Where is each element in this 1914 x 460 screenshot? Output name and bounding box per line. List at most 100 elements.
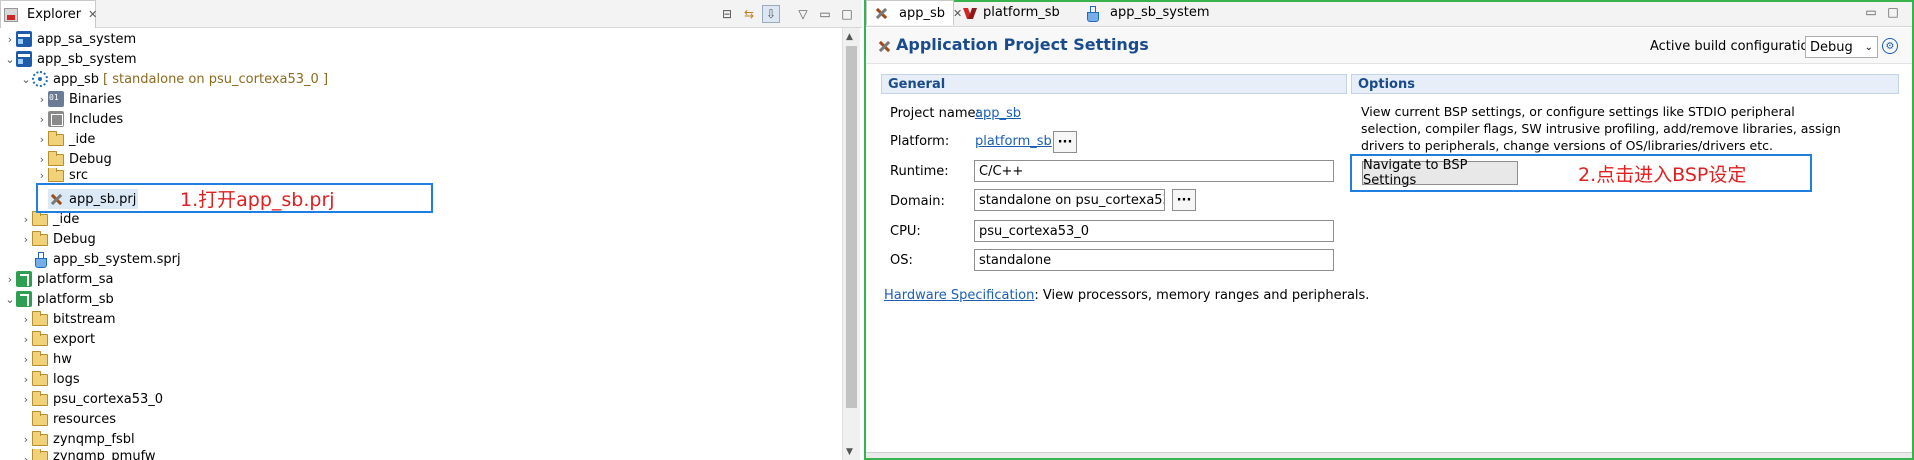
chevron-right-icon[interactable]: › — [20, 449, 32, 460]
tab-app-sb-system[interactable]: app_sb_system — [1078, 0, 1218, 25]
tree-item-label: _ide — [69, 131, 96, 147]
domain-field[interactable]: standalone on psu_cortexa53_0 — [974, 189, 1165, 211]
chevron-right-icon[interactable]: › — [4, 29, 16, 49]
tree-item-system-debug[interactable]: › Debug — [20, 229, 96, 249]
xilinx-platform-icon — [964, 6, 978, 20]
cpu-label: CPU: — [890, 224, 921, 239]
tree-item-bitstream[interactable]: › bitstream — [20, 309, 116, 329]
tree-item-label: Debug — [69, 151, 112, 167]
chevron-right-icon[interactable]: › — [20, 209, 32, 229]
folder-icon — [32, 331, 48, 346]
tree-item-export[interactable]: › export — [20, 329, 95, 349]
project-name-link[interactable]: app_sb — [975, 106, 1021, 121]
tree-item-label: app_sb — [53, 71, 99, 87]
tree-item-label: zynqmp_pmufw — [53, 449, 156, 460]
chevron-right-icon[interactable]: › — [20, 389, 32, 409]
os-field[interactable]: standalone — [974, 249, 1334, 271]
tree-item-logs[interactable]: › logs — [20, 369, 80, 389]
system-settings-icon — [1084, 5, 1100, 22]
tree-item-hw[interactable]: › hw — [20, 349, 72, 369]
project-settings-icon — [873, 5, 889, 21]
chevron-right-icon[interactable]: › — [20, 429, 32, 449]
collapse-all-icon[interactable]: ⊟ — [718, 5, 736, 23]
scrollbar-thumb[interactable] — [846, 46, 857, 408]
chevron-right-icon[interactable]: › — [20, 229, 32, 249]
tree-item-includes[interactable]: › Includes — [36, 109, 123, 129]
chevron-right-icon[interactable]: › — [36, 89, 48, 109]
build-config-value: Debug — [1810, 39, 1853, 55]
folder-icon — [48, 168, 64, 182]
scroll-down-icon[interactable]: ▼ — [846, 447, 853, 457]
bottom-view-strip — [866, 452, 1912, 458]
chevron-down-icon[interactable]: ⌄ — [20, 69, 32, 89]
tree-item-debug[interactable]: › Debug — [36, 149, 112, 169]
chevron-down-icon[interactable]: ⌄ — [4, 289, 16, 309]
tree-item-label: export — [53, 331, 96, 347]
minimize-icon[interactable]: ▭ — [816, 5, 834, 23]
maximize-icon[interactable]: □ — [1884, 3, 1902, 21]
chevron-right-icon[interactable]: › — [36, 168, 48, 182]
maximize-icon[interactable]: □ — [838, 5, 856, 23]
tree-item-sprj[interactable]: app_sb_system.sprj — [32, 249, 181, 269]
folder-icon — [32, 431, 48, 446]
platform-browse-button[interactable]: ··· — [1053, 131, 1077, 153]
chevron-right-icon[interactable]: › — [20, 309, 32, 329]
cpu-field[interactable]: psu_cortexa53_0 — [974, 220, 1334, 242]
close-icon[interactable]: ✕ — [88, 8, 97, 21]
build-config-select[interactable]: Debug ⌄ — [1805, 36, 1878, 58]
chevron-right-icon[interactable]: › — [36, 129, 48, 149]
tab-label: platform_sb — [983, 5, 1060, 20]
tree-item-label: platform_sb — [37, 291, 114, 307]
system-project-icon — [16, 51, 32, 67]
includes-icon — [48, 111, 64, 127]
tree-item-app-sa-system[interactable]: › app_sa_system — [4, 29, 136, 49]
filter-icon[interactable]: ⇩ — [762, 5, 780, 23]
platform-link[interactable]: platform_sb — [975, 134, 1052, 149]
chevron-right-icon[interactable]: › — [20, 329, 32, 349]
general-heading: General — [881, 74, 1347, 94]
hardware-spec-link[interactable]: Hardware Specification — [884, 288, 1034, 303]
folder-icon — [32, 311, 48, 326]
tree-item-app-sb-system[interactable]: ⌄ app_sb_system — [4, 49, 137, 69]
chevron-right-icon[interactable]: › — [36, 109, 48, 129]
tree-item-binaries[interactable]: › Binaries — [36, 89, 121, 109]
tree-item-zynqmp-pmufw[interactable]: › zynqmp_pmufw — [20, 449, 156, 460]
tree-item-label: platform_sa — [37, 271, 114, 287]
chevron-right-icon[interactable]: › — [20, 369, 32, 389]
folder-icon — [48, 131, 64, 146]
runtime-field[interactable]: C/C++ — [974, 160, 1334, 182]
tree-item-ide[interactable]: › _ide — [36, 129, 95, 149]
tab-label: app_sb — [899, 5, 945, 21]
tree-item-label: Includes — [69, 111, 124, 127]
tree-item-platform-sa[interactable]: › platform_sa — [4, 269, 113, 289]
system-project-icon — [16, 31, 32, 47]
options-heading: Options — [1351, 74, 1899, 94]
tree-item-resources[interactable]: resources — [32, 409, 116, 429]
tab-platform-sb[interactable]: platform_sb — [958, 0, 1076, 25]
folder-icon — [32, 449, 48, 460]
link-editor-icon[interactable]: ⇆ — [740, 5, 758, 23]
tree-item-zynqmp-fsbl[interactable]: › zynqmp_fsbl — [20, 429, 135, 449]
tree-item-app-sb[interactable]: ⌄ app_sb [ standalone on psu_cortexa53_0… — [20, 69, 328, 89]
tree-item-src[interactable]: › src — [36, 168, 88, 182]
tab-app-sb[interactable]: app_sb ✕ — [866, 0, 962, 25]
chevron-right-icon[interactable]: › — [36, 149, 48, 169]
gear-icon[interactable]: ⚙ — [1882, 38, 1898, 54]
tree-item-psu-cortexa53[interactable]: › psu_cortexa53_0 — [20, 389, 163, 409]
view-menu-icon[interactable]: ▽ — [794, 5, 812, 23]
explorer-tab[interactable]: Explorer ✕ — [0, 0, 97, 28]
scroll-up-icon[interactable]: ▲ — [846, 32, 853, 42]
tree-item-label: psu_cortexa53_0 — [53, 391, 164, 407]
tab-label: app_sb_system — [1110, 5, 1210, 20]
chevron-down-icon[interactable]: ⌄ — [4, 49, 16, 69]
project-settings-icon — [876, 38, 892, 54]
chevron-right-icon[interactable]: › — [4, 269, 16, 289]
domain-browse-button[interactable]: ··· — [1172, 189, 1196, 211]
tree-item-platform-sb[interactable]: ⌄ platform_sb — [4, 289, 114, 309]
os-label: OS: — [890, 253, 913, 268]
tree-item-label: app_sb_system.sprj — [53, 251, 181, 267]
minimize-icon[interactable]: ▭ — [1862, 3, 1880, 21]
chevron-right-icon[interactable]: › — [20, 349, 32, 369]
hardware-spec-text: : View processors, memory ranges and per… — [1034, 288, 1370, 303]
tree-item-label: hw — [53, 351, 72, 367]
